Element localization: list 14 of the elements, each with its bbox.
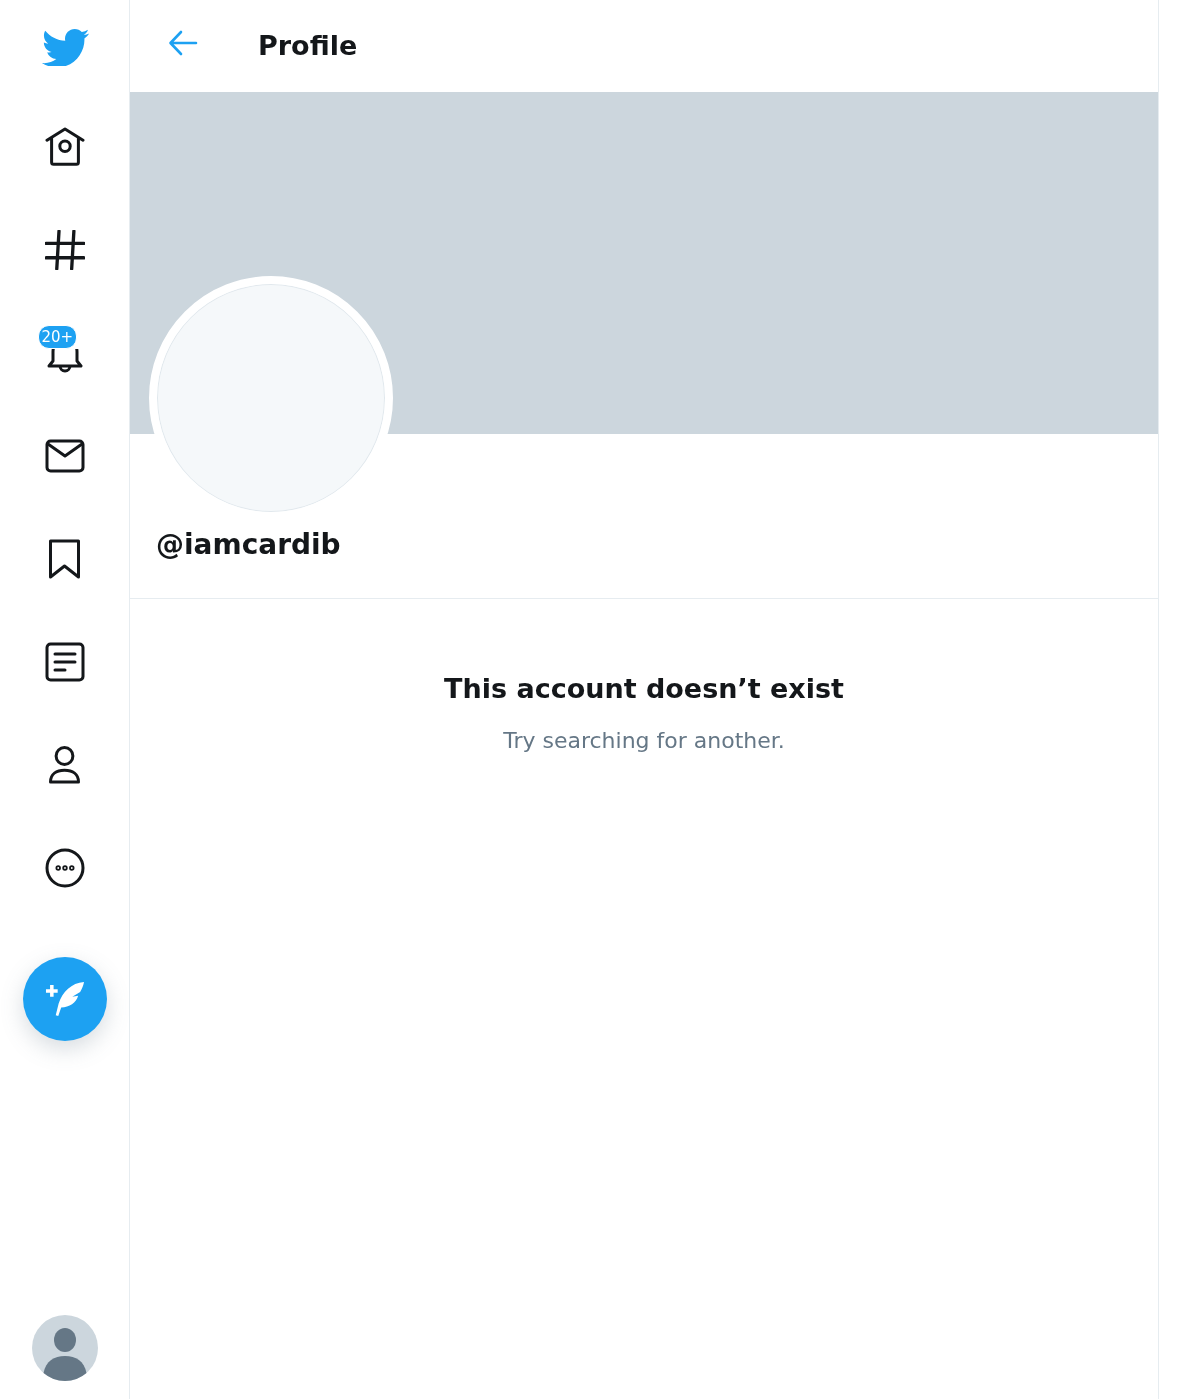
profile-handle: @iamcardib bbox=[156, 528, 341, 562]
home-icon[interactable] bbox=[44, 126, 85, 167]
back-arrow-icon[interactable] bbox=[168, 30, 198, 56]
feather-plus-icon bbox=[44, 981, 85, 1017]
empty-state-title: This account doesn’t exist bbox=[444, 672, 844, 706]
bookmark-icon[interactable] bbox=[48, 538, 81, 579]
person-icon[interactable] bbox=[48, 744, 81, 785]
avatar-icon[interactable] bbox=[31, 1315, 98, 1381]
notification-badge: 20+ bbox=[37, 325, 78, 349]
empty-state-message: Try searching for another. bbox=[503, 727, 785, 755]
hashtag-icon[interactable] bbox=[44, 229, 85, 270]
list-icon[interactable] bbox=[44, 641, 85, 682]
more-icon[interactable] bbox=[44, 847, 85, 888]
page-title: Profile bbox=[258, 29, 358, 63]
